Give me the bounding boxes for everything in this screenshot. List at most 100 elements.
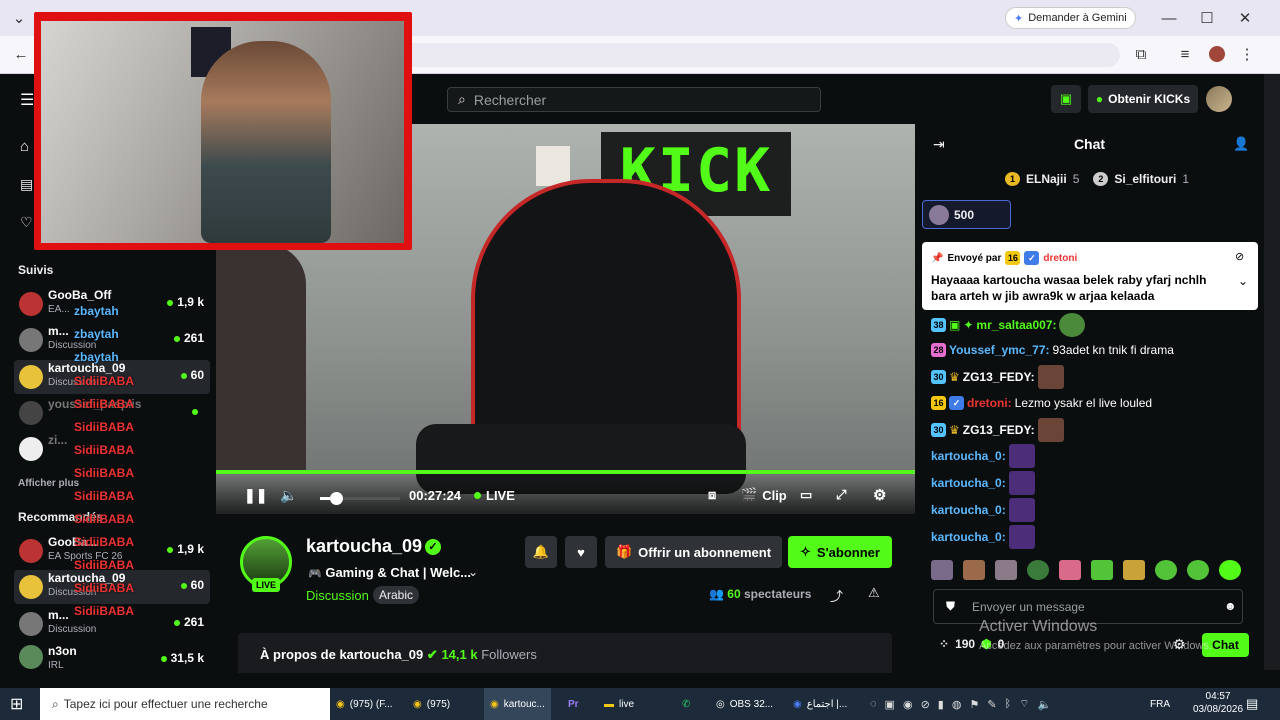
taskbar-meeting[interactable]: ◉ اجتماع |... [793,688,847,720]
volume-icon[interactable]: 🔈 [1038,698,1052,711]
following-icon[interactable]: ♡ [20,214,33,231]
chat-username[interactable]: kartoucha_0: [931,449,1006,463]
chat-username[interactable]: mr_saltaa007: [976,318,1056,332]
gift-sub-button[interactable]: 🎁 Offrir un abonnement [605,536,782,568]
pause-icon[interactable]: ❚❚ [244,487,267,504]
bluetooth-icon[interactable]: ᛒ [1005,698,1012,710]
tray-clock[interactable]: 04:57 03/08/2026 [1193,690,1243,716]
hide-pinned-icon[interactable]: ⊘ [1235,250,1244,263]
tray-icon[interactable]: ⚑ [969,698,979,711]
miniplayer-icon[interactable]: ▭ [800,487,812,503]
browser-menu-icon[interactable]: ⋮ [1228,36,1266,72]
taskbar-chrome-2[interactable]: ◉ (975) [413,688,450,720]
sidebar-item-recommended-4[interactable]: n3on IRL 31,5 k [14,643,210,670]
emote[interactable] [1219,560,1241,580]
theater-mode-icon[interactable]: ⧈ [708,487,716,503]
search-input[interactable]: ⌕ Rechercher [447,87,821,112]
whatsapp-icon[interactable]: ✆ [682,688,690,720]
minimize-icon[interactable]: — [1150,0,1188,36]
gemini-button[interactable]: ✦ Demander à Gemini [1005,7,1136,29]
follow-heart-icon[interactable]: ♥ [565,536,597,568]
subscribe-button[interactable]: ✧ S'abonner [788,536,892,568]
chat-username[interactable]: kartoucha_0: [931,503,1006,517]
language-tag[interactable]: Arabic [373,586,420,604]
avatar [19,328,43,352]
emoji-picker-icon[interactable]: ☻ [1224,599,1237,613]
hamburger-menu-icon[interactable]: ☰ [20,90,34,110]
tray-icon[interactable]: ▣ [885,698,895,711]
emote[interactable] [931,560,953,580]
notification-bell-icon[interactable]: 🔔 [525,536,557,568]
report-warning-icon[interactable]: ⚠ [868,585,880,601]
settings-gear-icon[interactable]: ⚙ [873,486,886,504]
emote[interactable] [1187,560,1209,580]
emote[interactable] [1155,560,1177,580]
chat-username[interactable]: kartoucha_0: [931,476,1006,490]
tray-icon[interactable]: ◍ [952,698,962,711]
chat-username[interactable]: ZG13_FEDY: [963,423,1035,437]
leader-name[interactable]: Si_elfitouri [1114,172,1176,186]
user-avatar[interactable] [1206,86,1232,112]
premiere-icon[interactable]: Pr [568,688,579,720]
show-more-link[interactable]: Afficher plus [18,478,79,489]
category-link[interactable]: Discussion [306,588,369,603]
expand-title-chevron-icon[interactable]: ⌄ [468,565,478,579]
share-icon[interactable]: ⤴ [830,586,843,605]
expand-pinned-chevron-icon[interactable]: ⌄ [1238,274,1248,288]
kicks-pill[interactable]: 500 [922,200,1011,229]
volume-slider-knob[interactable] [330,492,343,505]
tray-icon[interactable]: ⊘ [921,698,930,711]
pinned-message[interactable]: 📌 Envoyé par 16 ✓ dretoni Hayaaaa kartou… [922,242,1258,310]
emote[interactable] [1091,560,1113,580]
clip-button[interactable]: 🎬 Clip [741,487,787,503]
taskbar-folder[interactable]: ▬ live [604,688,634,720]
extensions-icon[interactable]: ⧉ [1122,36,1160,72]
emote [1008,444,1035,468]
language-indicator[interactable]: FRA [1150,688,1170,720]
wifi-icon[interactable]: ⌔ [1019,697,1029,711]
volume-slider[interactable] [320,492,400,505]
tray-icon[interactable]: ◉ [903,698,913,711]
kicks-shop-icon[interactable]: ▣ [1051,85,1081,113]
avatar [19,575,43,599]
viewer-count: 👥 60 spectateurs [709,587,811,601]
taskbar-chrome-active[interactable]: ◉ kartouc... [484,688,551,720]
maximize-icon[interactable]: ☐ [1188,0,1226,36]
tray-icon[interactable]: ◌ [870,698,877,710]
kicks-icon: ⁘ [939,637,950,651]
viewers-number: 60 [727,587,741,601]
home-icon[interactable]: ⌂ [20,138,29,155]
emote[interactable] [1059,560,1081,580]
emote[interactable] [1027,560,1049,580]
close-window-icon[interactable]: ✕ [1226,0,1264,36]
tray-icon[interactable]: ▮ [938,698,944,711]
emote[interactable] [1123,560,1145,580]
taskbar-chrome-1[interactable]: ◉ (975) (F... [336,688,393,720]
tab-list-chevron-icon[interactable]: ⌄ [0,0,38,36]
user-settings-icon[interactable]: 👤 [1233,136,1249,152]
chat-username[interactable]: kartoucha_0: [931,530,1006,544]
emote[interactable] [963,560,985,580]
page-scrollbar[interactable] [1264,74,1280,670]
windows-start-icon[interactable]: ⊞ [10,688,23,720]
get-kicks-label: Obtenir KICKs [1108,92,1191,106]
channel-name[interactable]: kartoucha_09 [306,536,422,557]
notifications-icon[interactable]: ▤ [1246,688,1258,720]
chat-username[interactable]: dretoni: [967,396,1012,410]
taskbar-obs[interactable]: ◎ OBS 32... [716,688,773,720]
fullscreen-icon[interactable]: ⤢ [836,487,846,503]
taskbar-search[interactable]: ⌕ Tapez ici pour effectuer une recherche [40,688,330,720]
tray-icon[interactable]: ✎ [987,698,996,711]
url-field[interactable] [400,43,1120,67]
chat-username[interactable]: Youssef_ymc_77: [949,343,1050,357]
get-kicks-button[interactable]: ● Obtenir KICKs [1088,85,1198,113]
volume-icon[interactable]: 🔈 [280,487,297,504]
kicks-balance[interactable]: 190 [955,637,975,651]
chrome-icon: ◉ [793,698,802,710]
emote[interactable] [995,560,1017,580]
leader-count: 5 [1072,172,1080,186]
chat-username[interactable]: ZG13_FEDY: [963,370,1035,384]
browse-icon[interactable]: ▤ [20,176,33,193]
leader-name[interactable]: ELNajii [1026,172,1067,186]
mod-icon: ▣ [949,318,961,332]
